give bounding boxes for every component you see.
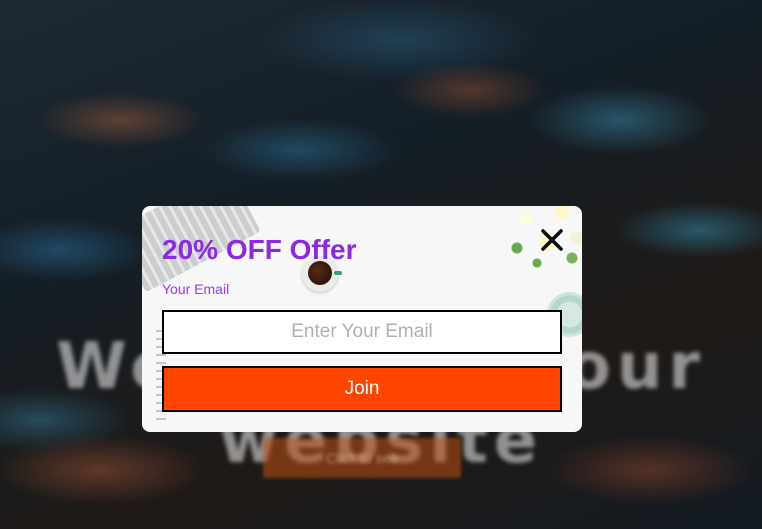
offer-title: 20% OFF Offer (162, 234, 357, 265)
email-label: Your Email (162, 281, 230, 297)
offer-popup: 20% OFF Offer Your Email Join (142, 206, 582, 432)
cup-handle-image (334, 271, 342, 275)
blurred-background-page: Welcome to our website Click to see 20% … (0, 0, 762, 529)
close-icon (541, 229, 563, 251)
hero-cta-button: Click to see (263, 438, 461, 478)
email-input[interactable] (162, 310, 562, 354)
join-button[interactable]: Join (162, 366, 562, 412)
close-button[interactable] (540, 228, 564, 252)
